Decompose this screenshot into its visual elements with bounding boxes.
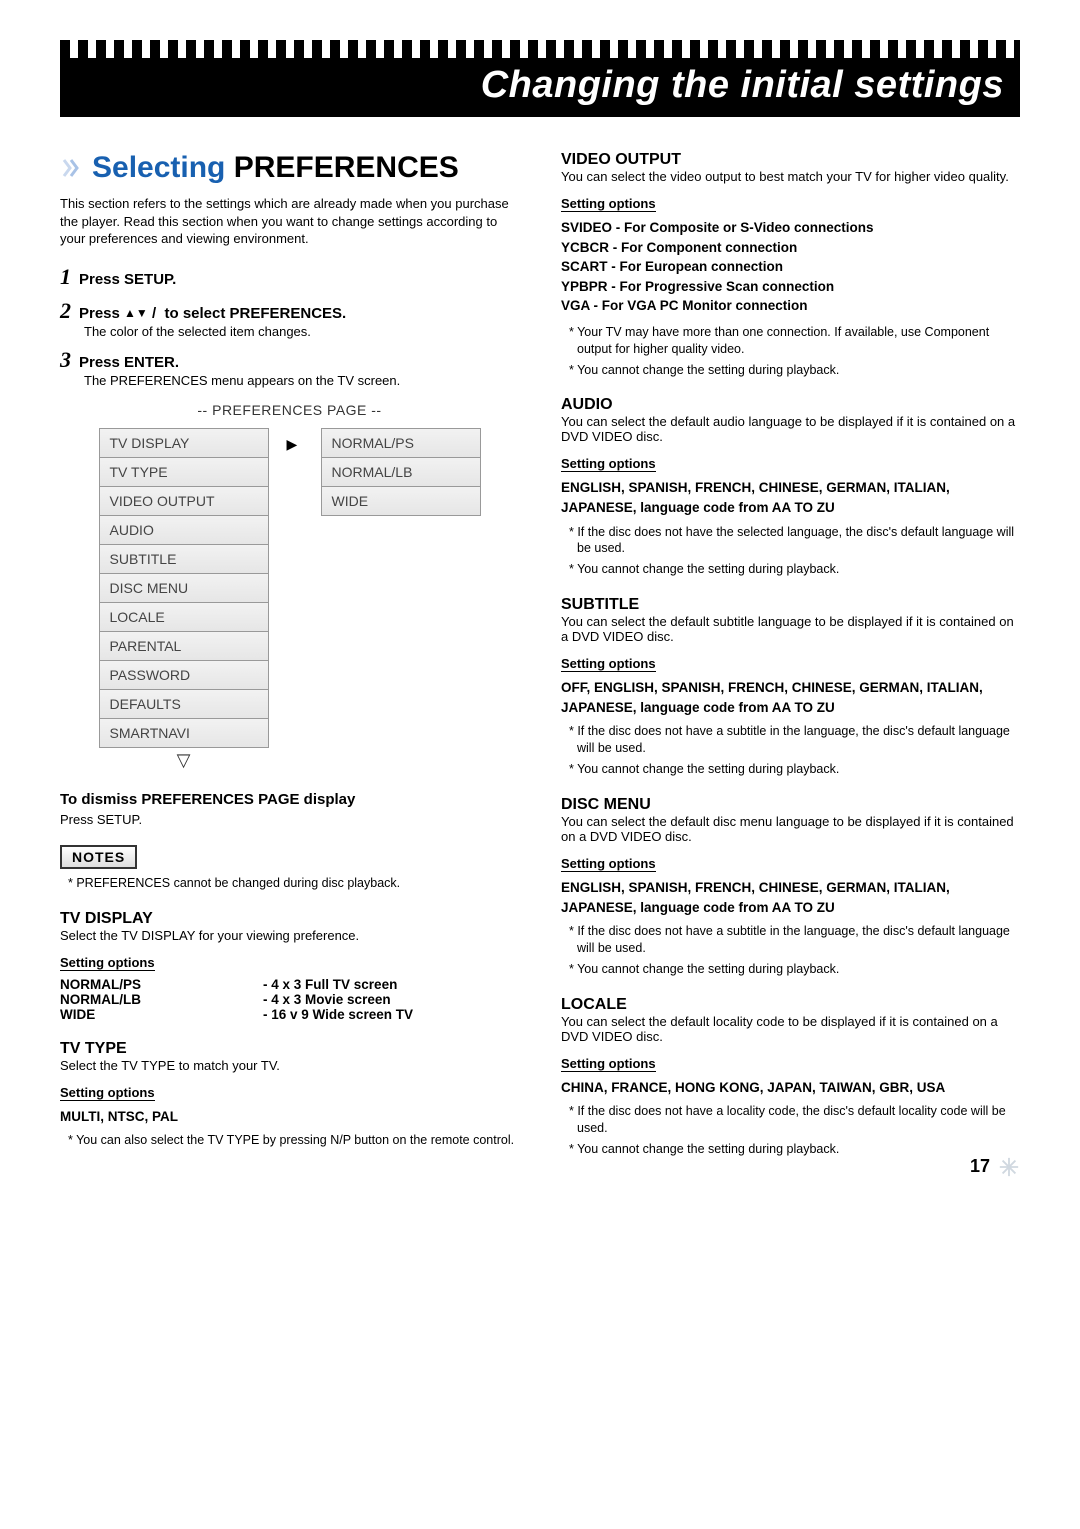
locale-star: * You cannot change the setting during p… <box>569 1141 1020 1158</box>
step-2-label-pre: Press <box>79 305 124 322</box>
audio-star: * You cannot change the setting during p… <box>569 561 1020 578</box>
notes-star: * PREFERENCES cannot be changed during d… <box>68 875 519 892</box>
step-2-slash: / <box>148 305 161 322</box>
dismiss-heading: To dismiss PREFERENCES PAGE display <box>60 791 519 808</box>
preferences-menu: TV DISPLAY TV TYPE VIDEO OUTPUT AUDIO SU… <box>60 428 519 771</box>
preferences-menu-left: TV DISPLAY TV TYPE VIDEO OUTPUT AUDIO SU… <box>99 428 269 771</box>
page-number: 17 <box>970 1156 990 1177</box>
menu-option: WIDE <box>321 487 481 516</box>
video-output-line: YCBCR - For Component connection <box>561 238 1020 258</box>
preferences-menu-right: NORMAL/PS NORMAL/LB WIDE <box>321 428 481 516</box>
disc-menu-desc: You can select the default disc menu lan… <box>561 814 1020 844</box>
section-heading-selecting-preferences: Selecting PREFERENCES <box>60 151 519 185</box>
heading-word-preferences: PREFERENCES <box>234 151 459 184</box>
tv-type-heading: TV TYPE <box>60 1040 519 1058</box>
video-output-heading: VIDEO OUTPUT <box>561 151 1020 169</box>
step-3-sub: The PREFERENCES menu appears on the TV s… <box>84 373 519 388</box>
menu-item: DISC MENU <box>99 574 269 603</box>
step-3-label: Press ENTER. <box>79 354 179 371</box>
banner-title: Changing the initial settings <box>60 58 1020 117</box>
triangle-right-icon: ▶ <box>287 428 303 453</box>
opt-val: - 4 x 3 Full TV screen <box>263 977 519 992</box>
audio-value: ENGLISH, SPANISH, FRENCH, CHINESE, GERMA… <box>561 478 1020 517</box>
intro-paragraph: This section refers to the settings whic… <box>60 195 519 248</box>
chevrons-right-icon <box>60 156 84 180</box>
step-2-label-mid: to select PREFERENCES. <box>160 305 346 322</box>
video-output-line: YPBPR - For Progressive Scan connection <box>561 277 1020 297</box>
disc-menu-value: ENGLISH, SPANISH, FRENCH, CHINESE, GERMA… <box>561 878 1020 917</box>
opt-key: NORMAL/PS <box>60 977 247 992</box>
step-1-label: Press SETUP. <box>79 271 176 288</box>
step-number-3: 3 <box>60 347 71 373</box>
video-output-star: * You cannot change the setting during p… <box>569 362 1020 379</box>
right-column: VIDEO OUTPUT You can select the video ou… <box>561 151 1020 1162</box>
step-2-sub: The color of the selected item changes. <box>84 324 519 339</box>
setting-options-label: Setting options <box>561 1056 656 1072</box>
notes-label-box: NOTES <box>60 845 137 869</box>
up-down-icon: ▲▼ <box>124 309 148 317</box>
disc-menu-star: * You cannot change the setting during p… <box>569 961 1020 978</box>
menu-item: AUDIO <box>99 516 269 545</box>
audio-desc: You can select the default audio languag… <box>561 414 1020 444</box>
menu-option: NORMAL/LB <box>321 458 481 487</box>
subtitle-star: * You cannot change the setting during p… <box>569 761 1020 778</box>
step-number-1: 1 <box>60 264 71 290</box>
heading-word-selecting: Selecting <box>92 151 234 184</box>
video-output-line: SCART - For European connection <box>561 257 1020 277</box>
setting-options-label: Setting options <box>561 856 656 872</box>
sparkle-icon <box>998 1156 1020 1178</box>
tv-display-desc: Select the TV DISPLAY for your viewing p… <box>60 928 519 943</box>
video-output-line: VGA - For VGA PC Monitor connection <box>561 296 1020 316</box>
setting-options-label: Setting options <box>561 656 656 672</box>
subtitle-desc: You can select the default subtitle lang… <box>561 614 1020 644</box>
menu-item: TV TYPE <box>99 458 269 487</box>
tv-type-desc: Select the TV TYPE to match your TV. <box>60 1058 519 1073</box>
locale-value: CHINA, FRANCE, HONG KONG, JAPAN, TAIWAN,… <box>561 1078 1020 1098</box>
locale-star: * If the disc does not have a locality c… <box>569 1103 1020 1137</box>
locale-heading: LOCALE <box>561 996 1020 1014</box>
menu-item: PASSWORD <box>99 661 269 690</box>
preferences-page-title: -- PREFERENCES PAGE -- <box>60 402 519 418</box>
setting-options-label: Setting options <box>561 196 656 212</box>
tv-display-heading: TV DISPLAY <box>60 910 519 928</box>
audio-heading: AUDIO <box>561 396 1020 414</box>
opt-val: - 4 x 3 Movie screen <box>263 992 519 1007</box>
menu-item: TV DISPLAY <box>99 428 269 458</box>
tv-display-options: NORMAL/PS - 4 x 3 Full TV screen NORMAL/L… <box>60 977 519 1022</box>
setting-options-label: Setting options <box>561 456 656 472</box>
menu-item: LOCALE <box>99 603 269 632</box>
menu-option: NORMAL/PS <box>321 428 481 458</box>
opt-key: NORMAL/LB <box>60 992 247 1007</box>
dash-band-top <box>60 40 1020 58</box>
opt-key: WIDE <box>60 1007 247 1022</box>
locale-desc: You can select the default locality code… <box>561 1014 1020 1044</box>
subtitle-heading: SUBTITLE <box>561 596 1020 614</box>
video-output-star: * Your TV may have more than one connect… <box>569 324 1020 358</box>
setting-options-label: Setting options <box>60 1085 155 1101</box>
page-number-area: 17 <box>970 1156 1020 1178</box>
audio-star: * If the disc does not have the selected… <box>569 524 1020 558</box>
setting-options-label: Setting options <box>60 955 155 971</box>
menu-item: PARENTAL <box>99 632 269 661</box>
video-output-line: SVIDEO - For Composite or S-Video connec… <box>561 218 1020 238</box>
video-output-desc: You can select the video output to best … <box>561 169 1020 184</box>
step-number-2: 2 <box>60 298 71 324</box>
menu-item: SUBTITLE <box>99 545 269 574</box>
menu-item: SMARTNAVI <box>99 719 269 748</box>
subtitle-value: OFF, ENGLISH, SPANISH, FRENCH, CHINESE, … <box>561 678 1020 717</box>
disc-menu-star: * If the disc does not have a subtitle i… <box>569 923 1020 957</box>
left-column: Selecting PREFERENCES This section refer… <box>60 151 519 1162</box>
disc-menu-heading: DISC MENU <box>561 796 1020 814</box>
step-2-label: Press ▲▼ / to select PREFERENCES. <box>79 305 346 322</box>
opt-val: - 16 v 9 Wide screen TV <box>263 1007 519 1022</box>
tv-type-star: * You can also select the TV TYPE by pre… <box>68 1132 519 1149</box>
dismiss-text: Press SETUP. <box>60 812 519 827</box>
chevron-down-icon: ▽ <box>99 748 269 771</box>
subtitle-star: * If the disc does not have a subtitle i… <box>569 723 1020 757</box>
menu-item: DEFAULTS <box>99 690 269 719</box>
heading-text: Selecting PREFERENCES <box>92 151 459 185</box>
tv-type-value: MULTI, NTSC, PAL <box>60 1107 519 1127</box>
menu-item: VIDEO OUTPUT <box>99 487 269 516</box>
